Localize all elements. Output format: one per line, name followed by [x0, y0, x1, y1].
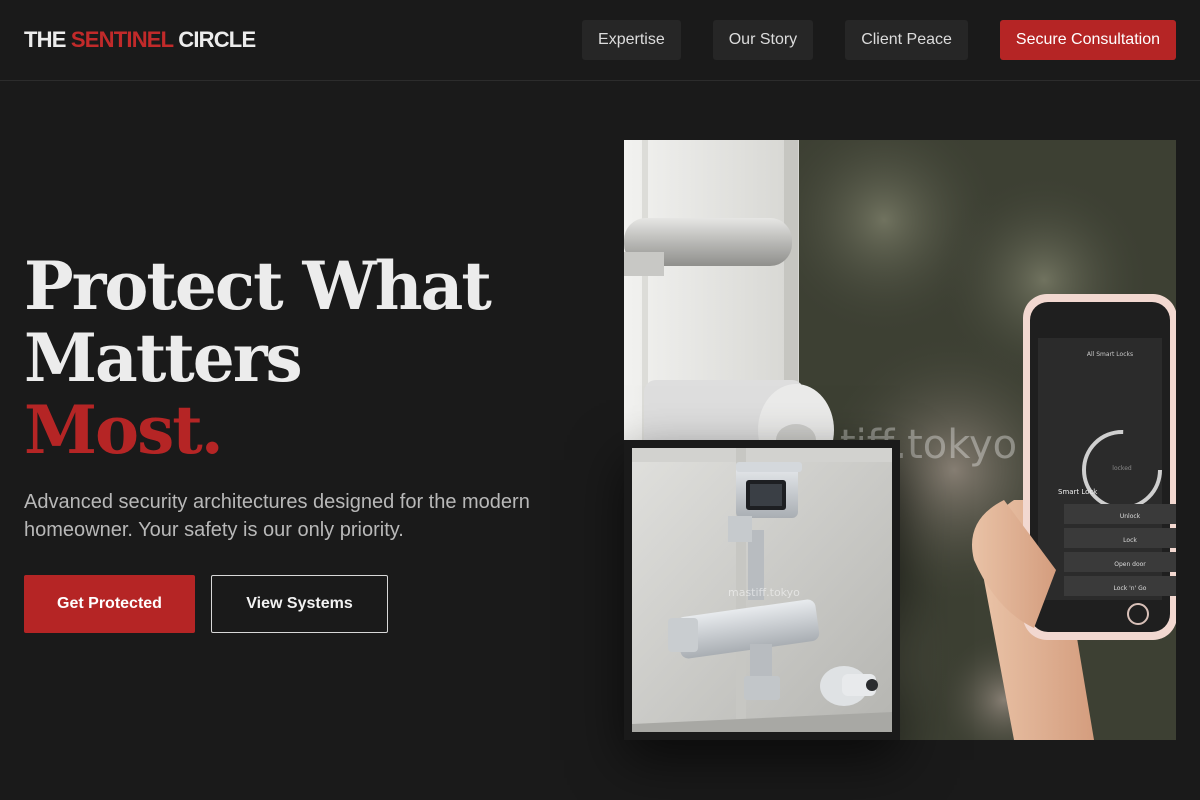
camera-photo-watermark: mastiff.tokyo — [728, 586, 800, 599]
hero-title-line1: Protect What — [24, 247, 492, 325]
phone-app-status: locked — [1112, 465, 1132, 472]
phone-app-lock-name: Smart Lock — [1058, 488, 1098, 496]
brand-logo[interactable]: THE SENTINEL CIRCLE — [24, 27, 256, 53]
nav-our-story[interactable]: Our Story — [712, 20, 814, 60]
phone-btn-open-door: Open door — [1114, 561, 1146, 568]
phone-btn-lock-n-go: Lock 'n' Go — [1114, 585, 1147, 592]
secure-consultation-button[interactable]: Secure Consultation — [999, 20, 1176, 60]
brand-logo-text-1: THE — [24, 27, 71, 52]
camera-photo: mastiff.tokyo — [632, 448, 892, 732]
view-systems-button[interactable]: View Systems — [211, 575, 388, 633]
nav-expertise[interactable]: Expertise — [582, 20, 681, 60]
hero-title-line2: Matters — [24, 319, 303, 397]
hero-title-accent: Most. — [24, 391, 224, 469]
camera-photo-frame: mastiff.tokyo — [624, 440, 900, 740]
phone-btn-lock: Lock — [1123, 537, 1137, 544]
get-protected-button[interactable]: Get Protected — [24, 575, 195, 633]
hero-subtitle: Advanced security architectures designed… — [24, 491, 530, 541]
brand-logo-accent: SENTINEL — [70, 27, 174, 52]
nav-client-peace[interactable]: Client Peace — [845, 20, 968, 60]
hero-title: Protect What Matters Most. — [24, 247, 492, 469]
nav-links: Expertise Our Story Client Peace Secure … — [582, 20, 1176, 60]
top-navbar: THE SENTINEL CIRCLE Expertise Our Story … — [0, 0, 1200, 81]
phone-app-title: All Smart Locks — [1087, 351, 1133, 358]
phone-btn-unlock: Unlock — [1120, 513, 1141, 520]
brand-logo-text-2: CIRCLE — [172, 27, 256, 52]
